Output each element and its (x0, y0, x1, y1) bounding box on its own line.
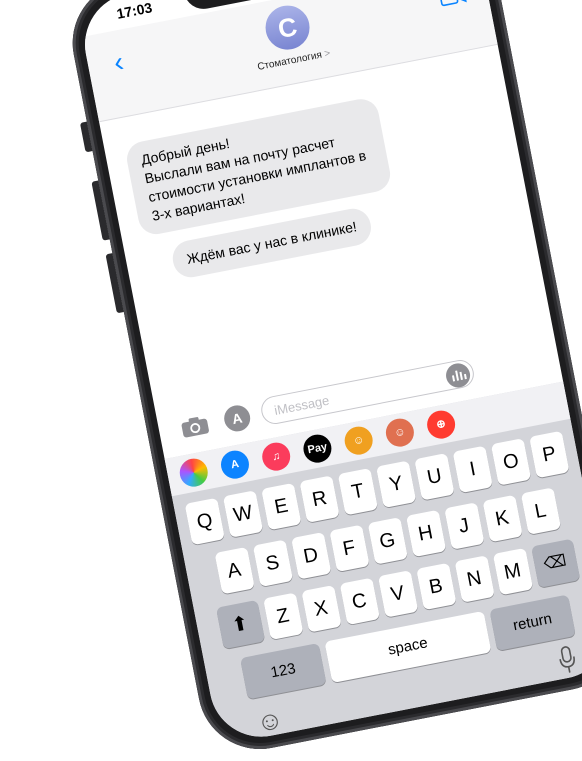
key-j[interactable]: J (443, 502, 485, 550)
key-v[interactable]: V (377, 570, 418, 618)
key-z[interactable]: Z (262, 592, 304, 641)
contact-name-label: Стоматология (256, 49, 323, 73)
microphone-icon[interactable] (556, 644, 579, 675)
key-p[interactable]: P (529, 430, 570, 479)
app-store-button[interactable]: A (221, 403, 253, 434)
key-w[interactable]: W (222, 490, 264, 538)
key-o[interactable]: O (490, 438, 532, 486)
camera-icon[interactable] (179, 414, 210, 439)
key-e[interactable]: E (261, 482, 302, 531)
shift-key[interactable]: ⬆ (215, 599, 265, 650)
app-store-icon[interactable]: A (218, 448, 252, 482)
key-h[interactable]: H (405, 509, 446, 558)
emoji-icon[interactable]: ☺ (254, 703, 286, 738)
key-t[interactable]: T (337, 467, 379, 516)
memoji-icon[interactable]: ☺ (342, 424, 376, 458)
avatar[interactable]: C (261, 1, 314, 54)
screen: 17:03 ◠ ‹ C Стоматология > Добрый день! … (76, 0, 582, 746)
key-i[interactable]: I (452, 445, 493, 494)
conversation-header: ‹ C Стоматология > (82, 0, 498, 123)
music-icon[interactable]: ♫ (259, 440, 293, 474)
chevron-right-icon: > (323, 47, 332, 60)
key-c[interactable]: C (339, 577, 380, 626)
key-l[interactable]: L (520, 487, 561, 535)
phone-frame: 17:03 ◠ ‹ C Стоматология > Добрый день! … (62, 0, 582, 760)
search-web-icon[interactable]: ⊕ (424, 408, 458, 441)
return-key[interactable]: return (489, 594, 576, 652)
video-call-icon[interactable] (439, 0, 468, 8)
key-k[interactable]: K (481, 494, 523, 543)
key-x[interactable]: X (300, 585, 342, 633)
back-chevron-icon[interactable]: ‹ (111, 46, 126, 79)
key-a[interactable]: A (214, 546, 255, 595)
key-b[interactable]: B (415, 562, 457, 611)
key-r[interactable]: R (299, 475, 340, 523)
key-d[interactable]: D (290, 532, 331, 580)
key-n[interactable]: N (454, 555, 495, 603)
numbers-key[interactable]: 123 (240, 642, 327, 700)
key-y[interactable]: Y (375, 460, 417, 509)
key-s[interactable]: S (252, 539, 293, 588)
key-f[interactable]: F (328, 524, 370, 573)
photos-icon[interactable] (177, 456, 211, 490)
apple-pay-icon[interactable]: Pay (301, 432, 334, 466)
key-g[interactable]: G (367, 517, 408, 565)
key-q[interactable]: Q (184, 497, 225, 546)
sticker-icon[interactable]: ☺ (383, 416, 417, 449)
status-time: 17:03 (115, 0, 154, 22)
backspace-key[interactable]: ⌫ (530, 538, 580, 588)
key-u[interactable]: U (414, 453, 455, 501)
key-m[interactable]: M (492, 547, 533, 596)
